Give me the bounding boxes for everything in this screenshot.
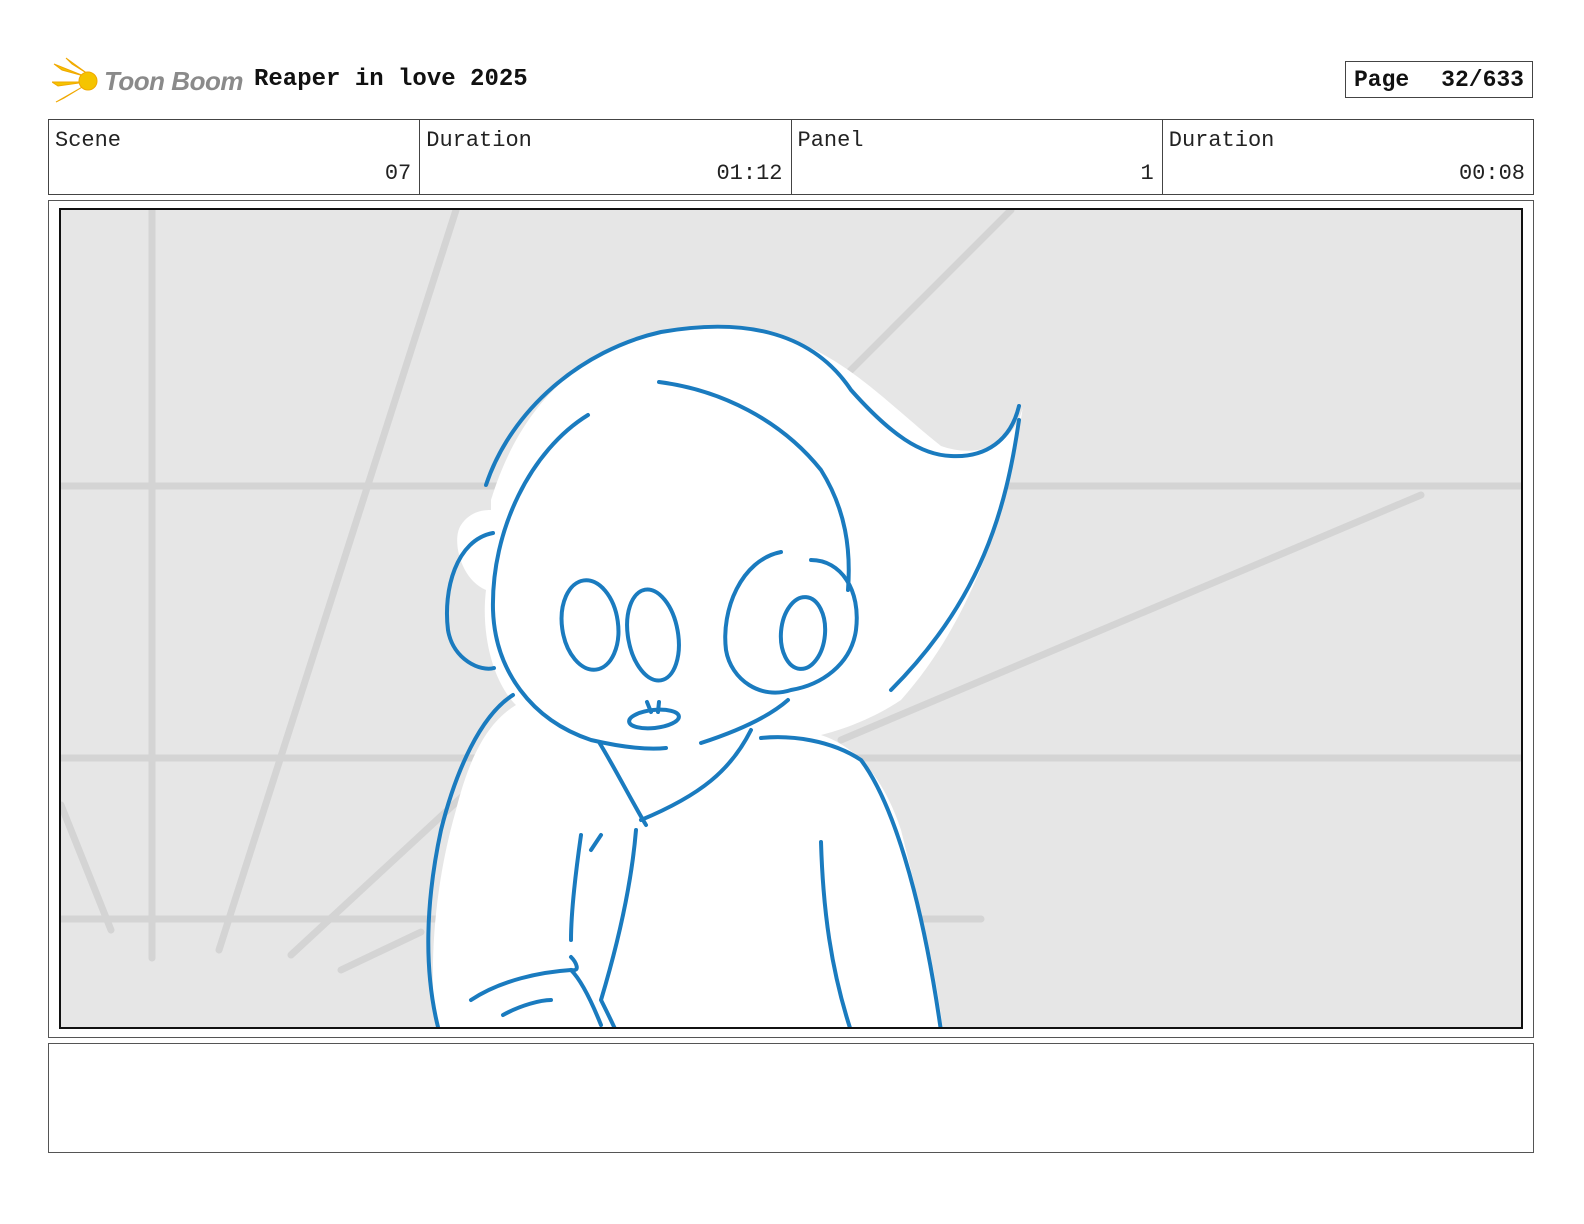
panel-label: Panel — [797, 128, 864, 153]
scene-duration-value: 01:12 — [716, 161, 783, 186]
panel-info-table: Scene 07 Duration 01:12 Panel 1 Duration… — [48, 119, 1534, 195]
panel-duration-label: Duration — [1168, 128, 1275, 153]
scene-duration-cell: Duration 01:12 — [420, 120, 792, 194]
project-title: Reaper in love 2025 — [254, 66, 528, 93]
scene-label: Scene — [55, 128, 122, 153]
page-value: 32/633 — [1441, 66, 1524, 93]
character-fill — [432, 328, 1023, 1027]
panel-cell: Panel 1 — [792, 120, 1163, 194]
page-label: Page — [1354, 66, 1410, 93]
scene-duration-label: Duration — [426, 128, 532, 153]
panel-duration-cell: Duration 00:08 — [1163, 120, 1533, 194]
panel-value: 1 — [1140, 161, 1154, 186]
logo-text: Toon Boom — [104, 66, 243, 96]
scene-value: 07 — [384, 161, 412, 186]
panel-notes-box — [48, 1043, 1534, 1153]
page-indicator: Page 32/633 — [1345, 61, 1533, 98]
panel-duration-value: 00:08 — [1458, 161, 1525, 186]
sketch-drawing — [61, 210, 1521, 1027]
scene-cell: Scene 07 — [49, 120, 421, 194]
storyboard-panel-image — [59, 208, 1523, 1029]
